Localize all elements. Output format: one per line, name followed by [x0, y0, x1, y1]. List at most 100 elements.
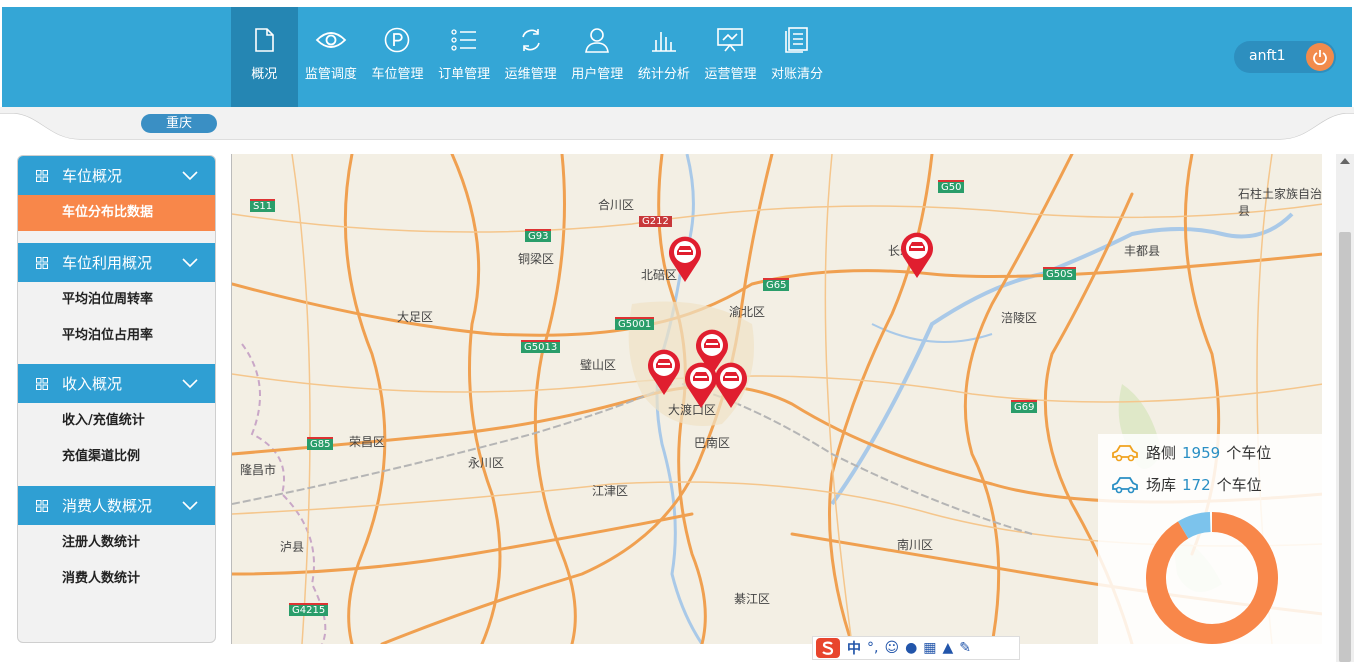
- chevron-down-icon: [182, 501, 198, 511]
- parking-pin-icon[interactable]: [646, 348, 682, 396]
- road-shield: G5001: [615, 317, 655, 330]
- username: anft1: [1249, 48, 1286, 64]
- nav-label: 运营管理: [704, 67, 757, 82]
- skin-icon[interactable]: ▲: [943, 640, 954, 656]
- grid-icon: [36, 499, 48, 512]
- nav-operations[interactable]: 运营管理: [697, 7, 764, 107]
- nav-statistics[interactable]: 统计分析: [631, 7, 698, 107]
- legend-roadside-count: 1959: [1182, 443, 1221, 462]
- legend-garage: 场库 172 个车位: [1110, 474, 1262, 495]
- sidebar-section-title: 消费人数概况: [62, 497, 153, 515]
- donut-slice-garage: [1178, 512, 1212, 539]
- map-label: 丰都县: [1124, 244, 1161, 258]
- legend-garage-prefix: 场库: [1146, 476, 1177, 494]
- punctuation-icon[interactable]: °,: [867, 640, 878, 656]
- keyboard-icon[interactable]: ▦: [923, 640, 936, 656]
- scroll-up-icon[interactable]: [1340, 158, 1350, 164]
- wrench-icon[interactable]: ✎: [959, 640, 971, 656]
- sidebar-section-revenue[interactable]: 收入概况: [18, 364, 215, 403]
- nav-orders[interactable]: 订单管理: [431, 7, 498, 107]
- ime-toolbar[interactable]: 中 °, ☺ ● ▦ ▲ ✎: [812, 636, 1020, 660]
- legend-roadside: 路侧 1959 个车位: [1110, 442, 1271, 463]
- user-menu[interactable]: anft1: [1234, 41, 1336, 73]
- road-shield: G65: [763, 278, 790, 291]
- road-shield: G5013: [521, 340, 561, 353]
- sidebar-section-consumers[interactable]: 消费人数概况: [18, 486, 215, 525]
- nav-reconciliation[interactable]: 对账清分: [764, 7, 831, 107]
- sidebar-item-recharge-channels[interactable]: 充值渠道比例: [18, 439, 215, 475]
- map-label: 南川区: [897, 538, 934, 552]
- chevron-down-icon: [182, 258, 198, 268]
- mic-icon[interactable]: ●: [905, 640, 917, 656]
- nav-parking[interactable]: 车位管理: [364, 7, 431, 107]
- bar-chart-icon: [646, 23, 682, 57]
- main-nav: 概况 监管调度 车位管理 订单管理 运维管理 用户管理 统计分析 运营管理 对账…: [231, 7, 830, 107]
- sidebar-item-occupancy-rate[interactable]: 平均泊位占用率: [18, 318, 215, 354]
- map-label: 永川区: [468, 456, 505, 470]
- sogou-logo-icon: [816, 638, 840, 658]
- sidebar-section-title: 收入概况: [62, 375, 123, 393]
- nav-label: 概况: [251, 67, 278, 82]
- nav-label: 统计分析: [637, 67, 690, 82]
- legend-roadside-prefix: 路侧: [1146, 444, 1177, 462]
- map-label: 璧山区: [580, 358, 617, 372]
- top-navbar: 概况 监管调度 车位管理 订单管理 运维管理 用户管理 统计分析 运营管理 对账…: [2, 7, 1352, 107]
- grid-icon: [36, 169, 48, 182]
- parking-pin-icon[interactable]: [713, 361, 749, 409]
- parking-icon: [379, 23, 415, 57]
- nav-label: 运维管理: [504, 67, 557, 82]
- sidebar-item-parking-distribution[interactable]: 车位分布比数据: [18, 195, 215, 231]
- city-selector[interactable]: 重庆: [141, 114, 217, 133]
- map-label: 泸县: [280, 540, 305, 554]
- legend-roadside-suffix: 个车位: [1226, 444, 1272, 462]
- list-icon: [446, 23, 482, 57]
- eye-icon: [313, 23, 349, 57]
- legend-garage-count: 172: [1182, 475, 1211, 494]
- sidebar-item-registered-users[interactable]: 注册人数统计: [18, 525, 215, 561]
- sidebar-section-utilization[interactable]: 车位利用概况: [18, 243, 215, 282]
- donut-slice-roadside: [1146, 512, 1278, 644]
- nav-label: 监管调度: [304, 67, 357, 82]
- chevron-down-icon: [182, 379, 198, 389]
- nav-monitoring[interactable]: 监管调度: [298, 7, 365, 107]
- ledger-icon: [779, 23, 815, 57]
- parking-pin-icon[interactable]: [899, 231, 935, 279]
- nav-label: 用户管理: [571, 67, 624, 82]
- road-shield: G50: [938, 180, 965, 193]
- ime-mode[interactable]: 中: [847, 638, 861, 658]
- refresh-icon: [513, 23, 549, 57]
- nav-label: 车位管理: [371, 67, 424, 82]
- power-icon[interactable]: [1306, 43, 1334, 71]
- sidebar-section-parking-overview[interactable]: 车位概况: [18, 156, 215, 195]
- parking-pin-icon[interactable]: [667, 235, 703, 283]
- sidebar-item-consumer-count[interactable]: 消费人数统计: [18, 561, 215, 597]
- legend-garage-suffix: 个车位: [1216, 476, 1262, 494]
- page-scrollbar[interactable]: [1336, 154, 1354, 662]
- map-label: 大足区: [397, 310, 434, 324]
- sidebar-item-turnover-rate[interactable]: 平均泊位周转率: [18, 282, 215, 318]
- nav-label: 订单管理: [438, 67, 491, 82]
- sidebar-section-title: 车位利用概况: [62, 254, 153, 272]
- road-shield: G69: [1011, 400, 1038, 413]
- sidebar-section-title: 车位概况: [62, 167, 123, 185]
- user-icon: [579, 23, 615, 57]
- car-icon: [1112, 444, 1138, 461]
- document-icon: [246, 23, 282, 57]
- grid-icon: [36, 256, 48, 269]
- emoji-icon[interactable]: ☺: [884, 640, 899, 656]
- nav-users[interactable]: 用户管理: [564, 7, 631, 107]
- map-label: 巴南区: [694, 436, 731, 450]
- sidebar-item-revenue-stats[interactable]: 收入/充值统计: [18, 403, 215, 439]
- parking-legend-panel: 路侧 1959 个车位 场库 172 个车位: [1098, 434, 1322, 644]
- road-shield: G4215: [289, 603, 329, 616]
- road-shield: G212: [639, 216, 672, 227]
- map-label: 荣昌区: [349, 435, 386, 449]
- road-shield: G93: [525, 229, 552, 242]
- scrollbar-thumb[interactable]: [1339, 232, 1351, 662]
- nav-maintenance[interactable]: 运维管理: [497, 7, 564, 107]
- grid-icon: [36, 377, 48, 390]
- nav-overview[interactable]: 概况: [231, 7, 298, 107]
- map-label: 涪陵区: [1001, 311, 1038, 325]
- sidebar: 车位概况 车位分布比数据 车位利用概况 平均泊位周转率 平均泊位占用率 收入概况…: [17, 155, 216, 643]
- chevron-down-icon: [182, 171, 198, 181]
